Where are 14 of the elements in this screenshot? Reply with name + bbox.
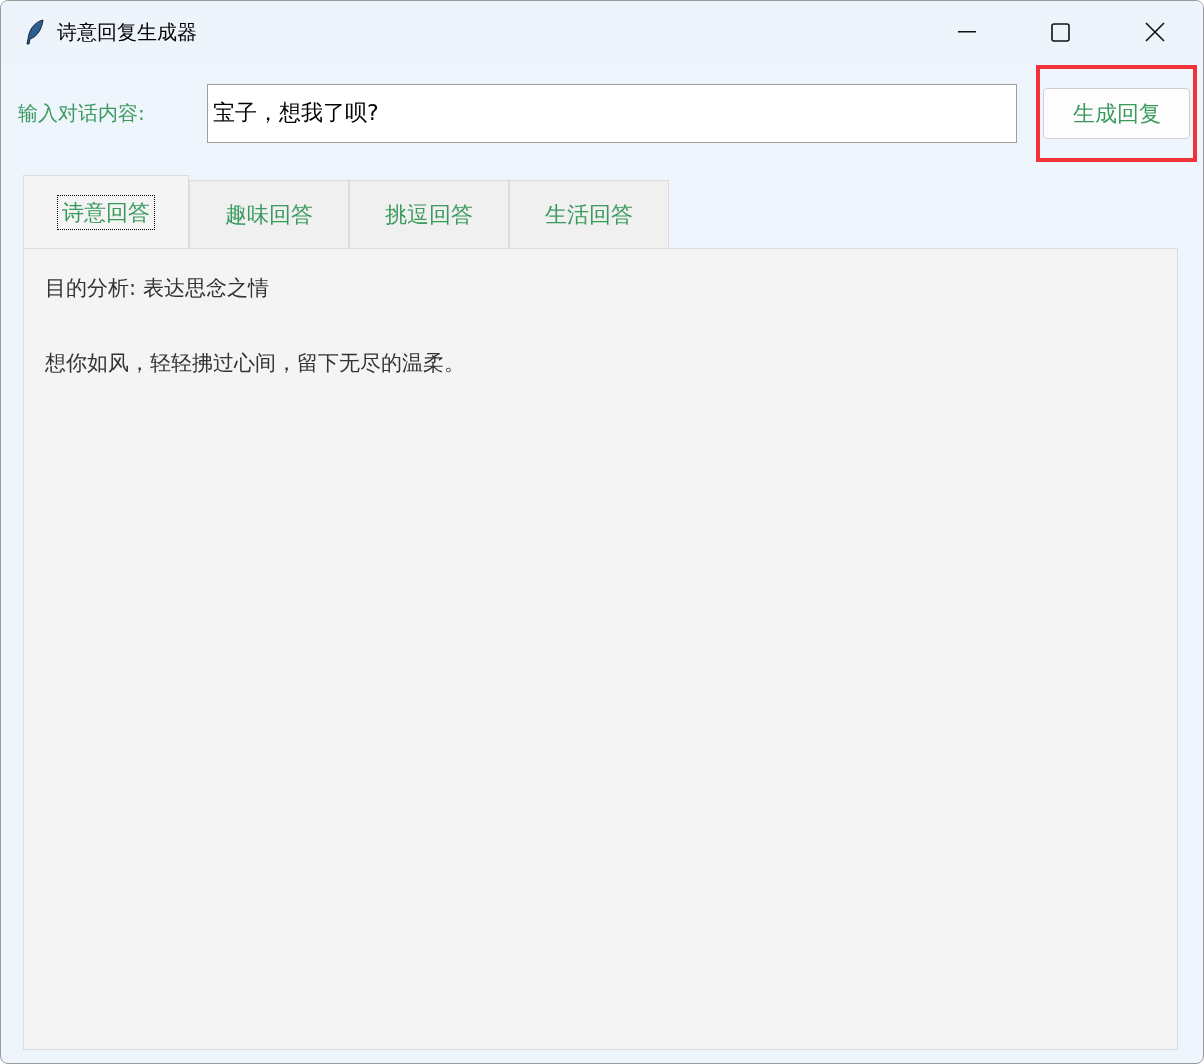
analysis-text: 目的分析: 表达思念之情: [45, 275, 270, 302]
feather-icon: [25, 19, 45, 45]
minimize-icon[interactable]: [958, 31, 976, 33]
tab[interactable]: 诗意回答: [23, 175, 189, 248]
input-label: 输入对话内容:: [18, 100, 146, 127]
maximize-icon[interactable]: [1051, 22, 1070, 42]
input-field[interactable]: 宝子，想我了呗?: [207, 83, 1017, 143]
tab[interactable]: 生活回答: [509, 180, 669, 248]
tab[interactable]: 趣味回答: [189, 180, 349, 248]
tab[interactable]: 挑逗回答: [349, 180, 509, 248]
close-icon[interactable]: [1145, 22, 1165, 42]
window-title: 诗意回复生成器: [57, 19, 197, 46]
reply-text: 想你如风，轻轻拂过心间，留下无尽的温柔。: [45, 349, 466, 377]
generate-button[interactable]: 生成回复: [1043, 87, 1190, 139]
